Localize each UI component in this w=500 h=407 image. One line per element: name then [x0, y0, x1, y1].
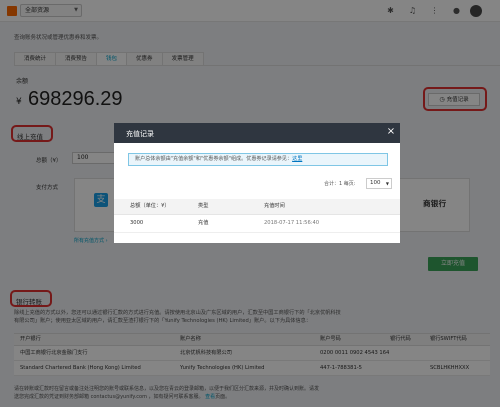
cell-time: 2018-07-17 11:56:40 — [264, 220, 320, 226]
close-icon[interactable]: × — [386, 127, 396, 137]
pager-summary: 合计：1 每页: — [324, 181, 356, 187]
table-row: 3000 充值 2018-07-17 11:56:40 — [114, 215, 400, 233]
col-time: 充值时间 — [264, 203, 285, 209]
records-table-header: 总额（单位：¥） 类型 充值时间 — [114, 199, 400, 215]
cell-amount: 3000 — [130, 220, 144, 226]
chevron-down-icon: ▼ — [385, 181, 389, 186]
dialog-header: 充值记录 × — [114, 123, 400, 143]
coupon-records-link[interactable]: 这里 — [292, 156, 302, 162]
col-amount: 总额（单位：¥） — [130, 203, 170, 209]
page-size-select[interactable]: 100 ▼ — [366, 178, 392, 189]
notice-text: 账户总体余额由"充值余额"和"优惠券余额"组成。优惠券记录请参见： — [135, 156, 293, 162]
recharge-records-dialog: 充值记录 × 账户总体余额由"充值余额"和"优惠券余额"组成。优惠券记录请参见：… — [114, 123, 400, 243]
page-size-value: 100 — [370, 180, 381, 186]
dialog-title: 充值记录 — [126, 130, 154, 138]
col-type: 类型 — [198, 203, 209, 209]
cell-type: 充值 — [198, 220, 209, 226]
balance-notice: 账户总体余额由"充值余额"和"优惠券余额"组成。优惠券记录请参见：这里 — [128, 153, 388, 166]
